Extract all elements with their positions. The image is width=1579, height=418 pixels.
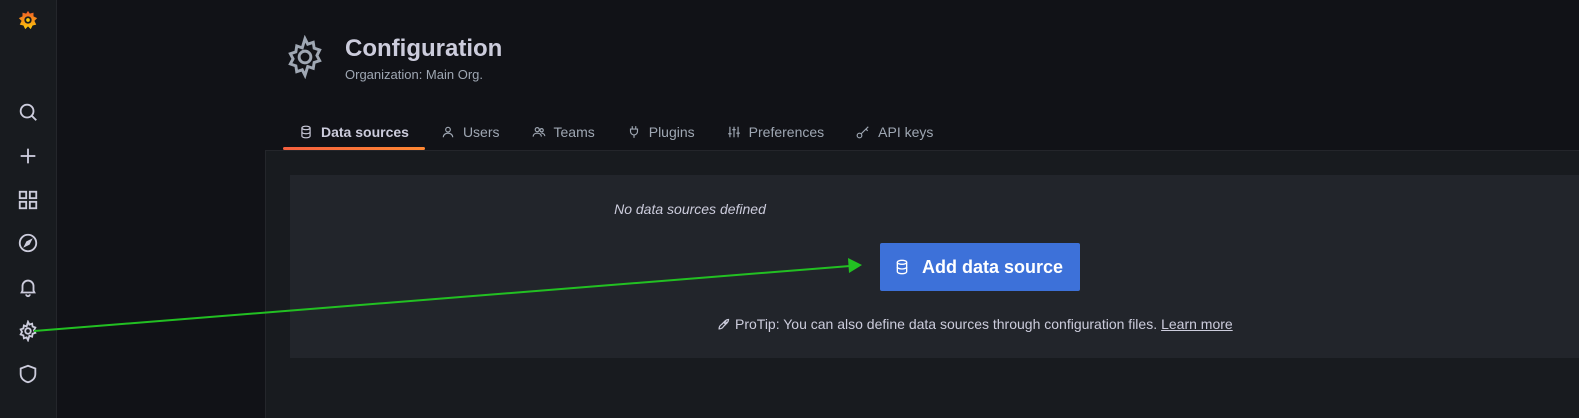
explore-compass-icon[interactable]: [13, 228, 43, 258]
tab-label: Data sources: [321, 123, 409, 140]
tab-data-sources[interactable]: Data sources: [283, 113, 425, 150]
empty-state-title: No data sources defined: [614, 201, 766, 217]
page-title: Configuration: [345, 35, 503, 62]
page-tabs: Data sources Users Teams Plugins Prefere…: [283, 113, 949, 150]
tab-label: API keys: [878, 123, 934, 140]
grafana-logo-icon[interactable]: [13, 5, 43, 35]
protip-text: ProTip: You can also define data sources…: [735, 316, 1158, 332]
configuration-header-gear-icon: [288, 35, 322, 79]
learn-more-link[interactable]: Learn more: [1161, 316, 1233, 332]
plus-icon[interactable]: [13, 141, 43, 171]
database-icon: [896, 259, 908, 275]
plug-icon: [629, 125, 638, 138]
tab-label: Teams: [553, 123, 595, 140]
sliders-icon: [727, 126, 740, 137]
configuration-gear-icon[interactable]: [13, 316, 43, 346]
protip: ProTip: You can also define data sources…: [716, 316, 1233, 332]
tab-label: Plugins: [648, 123, 695, 140]
add-data-source-button[interactable]: Add data source: [880, 243, 1080, 291]
tab-api-keys[interactable]: API keys: [840, 113, 949, 150]
tab-plugins[interactable]: Plugins: [611, 113, 711, 150]
search-icon[interactable]: [13, 97, 43, 127]
server-admin-shield-icon[interactable]: [13, 359, 43, 389]
tab-users[interactable]: Users: [425, 113, 516, 150]
database-icon: [301, 125, 311, 138]
button-label: Add data source: [922, 256, 1064, 277]
tab-label: Users: [462, 123, 500, 140]
tab-preferences[interactable]: Preferences: [711, 113, 840, 150]
page-subtitle: Organization: Main Org.: [345, 67, 484, 82]
users-icon: [532, 126, 545, 137]
user-icon: [442, 126, 454, 137]
tab-label: Preferences: [748, 123, 825, 140]
key-icon: [856, 125, 869, 138]
alerting-bell-icon[interactable]: [13, 272, 43, 302]
tab-teams[interactable]: Teams: [516, 113, 611, 150]
rocket-icon: [718, 318, 730, 330]
